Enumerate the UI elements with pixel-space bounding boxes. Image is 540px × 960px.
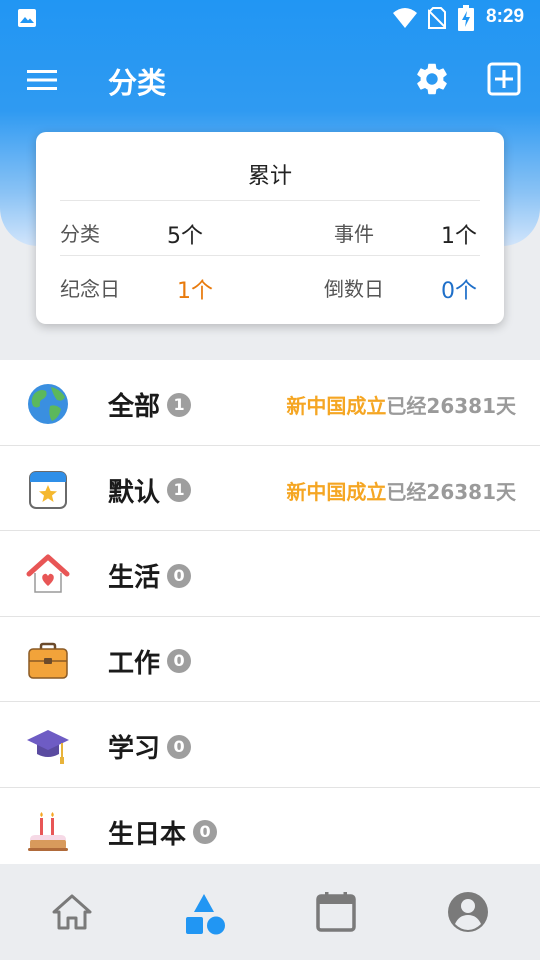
app-toolbar: 分类 xyxy=(0,48,540,112)
no-sim-icon xyxy=(428,7,446,29)
category-name-wrap: 生活 0 xyxy=(108,557,192,594)
stat-value-countdown: 0个 xyxy=(441,279,477,304)
category-name: 默认 xyxy=(108,477,161,508)
count-badge: 0 xyxy=(167,563,192,588)
category-row-default[interactable]: 默认 1 新中国成立已经26381天 xyxy=(0,446,540,532)
category-name: 生日本 xyxy=(108,819,187,850)
divider xyxy=(60,255,480,256)
add-box-icon[interactable] xyxy=(486,61,522,97)
category-name-wrap: 全部 1 xyxy=(108,386,192,423)
category-list: 全部 1 新中国成立已经26381天 默认 1 新中国成立已经26381天 生活… xyxy=(0,360,540,864)
event-days: 已经26381天 xyxy=(386,479,516,504)
graduation-cap-icon xyxy=(27,730,69,765)
image-notification-icon xyxy=(18,9,36,27)
category-name-wrap: 默认 1 xyxy=(108,472,192,509)
event-name: 新中国成立 xyxy=(286,479,387,504)
category-row-study[interactable]: 学习 0 xyxy=(0,702,540,788)
category-row-birthday[interactable]: 生日本 0 xyxy=(0,788,540,864)
briefcase-icon xyxy=(28,642,68,679)
birthday-cake-icon xyxy=(28,811,68,851)
settings-icon[interactable] xyxy=(413,60,451,98)
latest-event: 新中国成立已经26381天 xyxy=(286,390,516,419)
stat-label-events: 事件 xyxy=(334,222,374,246)
status-bar: 8:29 xyxy=(0,0,540,36)
category-row-life[interactable]: 生活 0 xyxy=(0,531,540,617)
category-row-work[interactable]: 工作 0 xyxy=(0,617,540,703)
category-name: 工作 xyxy=(108,648,161,679)
event-days: 已经26381天 xyxy=(386,394,516,418)
summary-card: 累计 分类 5个 事件 1个 纪念日 1个 倒数日 0个 xyxy=(36,132,504,324)
profile-icon[interactable] xyxy=(446,890,490,934)
stat-value-anniversary: 1个 xyxy=(177,279,213,304)
bottom-navigation xyxy=(0,864,540,960)
category-name-wrap: 工作 0 xyxy=(108,643,192,680)
status-time: 8:29 xyxy=(486,6,525,27)
category-name: 学习 xyxy=(108,734,161,765)
calendar-star-icon xyxy=(29,470,67,509)
home-icon[interactable] xyxy=(50,890,94,934)
calendar-icon[interactable] xyxy=(314,890,358,934)
globe-icon xyxy=(28,384,68,424)
battery-charging-icon xyxy=(458,5,474,31)
page-title: 分类 xyxy=(108,66,167,100)
category-row-all[interactable]: 全部 1 新中国成立已经26381天 xyxy=(0,360,540,446)
menu-icon[interactable] xyxy=(24,62,60,98)
count-badge: 1 xyxy=(167,392,192,417)
count-badge: 0 xyxy=(167,649,192,674)
category-name-wrap: 生日本 0 xyxy=(108,814,218,851)
app-screen: 8:29 分类 累计 分类 5个 事件 1个 纪念日 1个 倒数日 0个 全部 … xyxy=(0,0,540,960)
count-badge: 0 xyxy=(167,734,192,759)
category-name: 全部 xyxy=(108,392,161,422)
category-name: 生活 xyxy=(108,563,161,594)
categories-icon[interactable] xyxy=(182,892,228,938)
stat-label-anniversary: 纪念日 xyxy=(60,277,120,301)
event-name: 新中国成立 xyxy=(286,394,387,418)
divider xyxy=(60,200,480,201)
wifi-icon xyxy=(393,8,417,28)
latest-event: 新中国成立已经26381天 xyxy=(286,476,516,505)
house-heart-icon xyxy=(26,554,70,593)
stat-value-categories: 5个 xyxy=(167,224,203,249)
summary-title: 累计 xyxy=(247,164,292,189)
count-badge: 0 xyxy=(193,820,218,845)
stat-label-countdown: 倒数日 xyxy=(324,277,384,301)
category-name-wrap: 学习 0 xyxy=(108,728,192,765)
count-badge: 1 xyxy=(167,478,192,503)
stat-value-events: 1个 xyxy=(441,224,477,249)
stat-label-categories: 分类 xyxy=(60,222,100,246)
